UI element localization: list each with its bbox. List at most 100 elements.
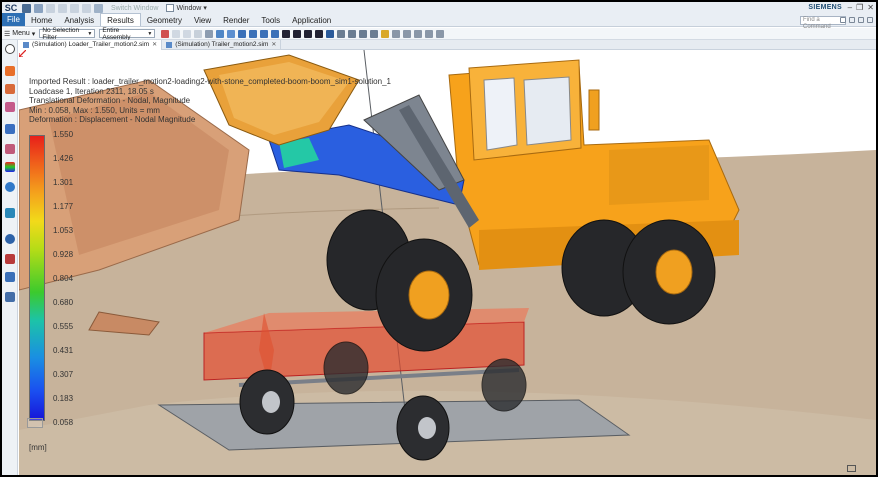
resource-bar — [2, 40, 18, 475]
chevron-down-icon: ▼ — [87, 30, 93, 37]
tab-tools[interactable]: Tools — [255, 14, 286, 26]
filter-icon[interactable] — [161, 29, 170, 38]
close-button[interactable]: ✕ — [867, 3, 874, 12]
undo-icon[interactable] — [34, 3, 43, 13]
selection-filter-dropdown[interactable]: No Selection Filter ▼ — [39, 27, 96, 41]
help-icon[interactable] — [840, 17, 846, 23]
tab-geometry[interactable]: Geometry — [141, 14, 188, 26]
document-tabs: (Simulation) Loader_Trailer_motion2.sim … — [19, 39, 876, 50]
chevron-down-icon: ▾ — [203, 5, 207, 12]
cab-window — [483, 77, 518, 151]
graphics-window[interactable]: Imported Result : loader_trailer_motion2… — [19, 50, 876, 475]
result-range: Min : 0.058, Max : 1.550, Units = mm — [29, 105, 160, 115]
constraint-navigator-icon[interactable] — [5, 124, 15, 134]
tab-file[interactable]: File — [2, 13, 25, 26]
legend-value: 0.680 — [53, 298, 74, 307]
show-hide-icon[interactable] — [414, 29, 423, 38]
point-on-curve-icon[interactable] — [304, 29, 313, 38]
endpoint-snap-icon[interactable] — [238, 29, 247, 38]
legend-value: 1.426 — [53, 154, 74, 163]
crosshair-icon[interactable] — [326, 29, 335, 38]
legend-value: 0.928 — [53, 250, 74, 259]
rotate-icon[interactable] — [370, 29, 379, 38]
clock-icon[interactable] — [5, 234, 15, 244]
work-layer-icon[interactable] — [436, 29, 445, 38]
midpoint-snap-icon[interactable] — [249, 29, 258, 38]
fit-icon[interactable] — [348, 29, 357, 38]
quick-access-toolbar — [22, 3, 103, 13]
tab-render[interactable]: Render — [217, 14, 255, 26]
redo-icon[interactable] — [46, 3, 55, 13]
legend-min-marker — [27, 418, 43, 428]
paste-icon[interactable] — [82, 3, 91, 13]
legend-value: 1.053 — [53, 226, 74, 235]
ribbon-right-icons — [840, 17, 873, 23]
close-icon[interactable]: ✕ — [152, 41, 157, 48]
select-body-icon[interactable] — [205, 29, 214, 38]
orient-view-icon[interactable] — [337, 29, 346, 38]
minimize-button[interactable]: – — [848, 3, 852, 12]
legend-value: 0.058 — [53, 418, 74, 427]
window-status-icon[interactable] — [847, 465, 856, 472]
tab-application[interactable]: Application — [286, 14, 337, 26]
doc-tab-label: (Simulation) Loader_Trailer_motion2.sim — [32, 41, 150, 48]
touch-mode-icon[interactable] — [94, 3, 103, 13]
switch-window-button[interactable]: Switch Window — [111, 5, 158, 12]
clip-section-icon[interactable] — [425, 29, 434, 38]
contour-legend-bar[interactable] — [29, 135, 45, 421]
expand-ribbon-icon[interactable] — [849, 17, 855, 23]
result-type: Translational Deformation - Nodal, Magni… — [29, 96, 191, 106]
cut-icon[interactable] — [58, 3, 67, 13]
post-processing-navigator-icon[interactable] — [5, 144, 15, 154]
palette-icon[interactable] — [5, 254, 15, 264]
control-point-snap-icon[interactable] — [260, 29, 269, 38]
select-edge-icon[interactable] — [216, 29, 225, 38]
sim-navigator-icon[interactable] — [5, 66, 15, 76]
layer-icon[interactable] — [403, 29, 412, 38]
select-curve-icon[interactable] — [227, 29, 236, 38]
wireframe-icon[interactable] — [392, 29, 401, 38]
shaded-icon[interactable] — [381, 29, 390, 38]
scope-dropdown[interactable]: Entire Assembly ▼ — [99, 26, 156, 41]
history-icon[interactable] — [5, 208, 15, 218]
legend-value: 1.177 — [53, 202, 74, 211]
roles-icon[interactable] — [5, 272, 15, 282]
system-materials-icon[interactable] — [5, 292, 15, 302]
web-browser-icon[interactable] — [5, 182, 15, 192]
legend-value: 0.804 — [53, 274, 74, 283]
select-face-icon[interactable] — [194, 29, 203, 38]
legend-value: 0.431 — [53, 346, 74, 355]
result-info: Imported Result : loader_trailer_motion2… — [29, 77, 391, 125]
chevron-down-icon: ▼ — [147, 30, 153, 37]
legend-value: 0.307 — [53, 370, 74, 379]
engine-grille — [609, 145, 709, 205]
doc-tab-trailer[interactable]: (Simulation) Trailer_motion2.sim ✕ — [162, 39, 282, 50]
assembly-navigator-icon[interactable] — [5, 84, 15, 94]
part-navigator-icon[interactable] — [5, 102, 15, 112]
legend-value: 1.550 — [53, 130, 74, 139]
close-icon[interactable]: ✕ — [271, 41, 276, 48]
gear-icon[interactable] — [5, 44, 15, 54]
restore-icon[interactable] — [858, 17, 864, 23]
doc-tab-loader-trailer[interactable]: (Simulation) Loader_Trailer_motion2.sim … — [19, 39, 163, 50]
zoom-icon[interactable] — [359, 29, 368, 38]
intersection-snap-icon[interactable] — [271, 29, 280, 38]
tab-home[interactable]: Home — [25, 14, 58, 26]
results-contour-icon[interactable] — [5, 162, 15, 172]
close-doc-icon[interactable] — [867, 17, 873, 23]
save-icon[interactable] — [22, 3, 31, 13]
selection-bar: ☰ Menu ▾ No Selection Filter ▼ Entire As… — [2, 26, 876, 41]
deselect-icon[interactable] — [183, 29, 192, 38]
quadrant-snap-icon[interactable] — [293, 29, 302, 38]
tab-view[interactable]: View — [188, 14, 217, 26]
maximize-button[interactable]: ❐ — [856, 3, 863, 12]
tab-results[interactable]: Results — [100, 13, 141, 26]
scope-value: Entire Assembly — [102, 26, 131, 41]
window-menu[interactable]: Window ▾ — [166, 4, 207, 12]
copy-icon[interactable] — [70, 3, 79, 13]
center-snap-icon[interactable] — [282, 29, 291, 38]
point-on-surface-icon[interactable] — [315, 29, 324, 38]
tab-analysis[interactable]: Analysis — [58, 14, 100, 26]
menu-button[interactable]: ☰ Menu ▾ — [4, 30, 35, 38]
select-all-icon[interactable] — [172, 29, 181, 38]
